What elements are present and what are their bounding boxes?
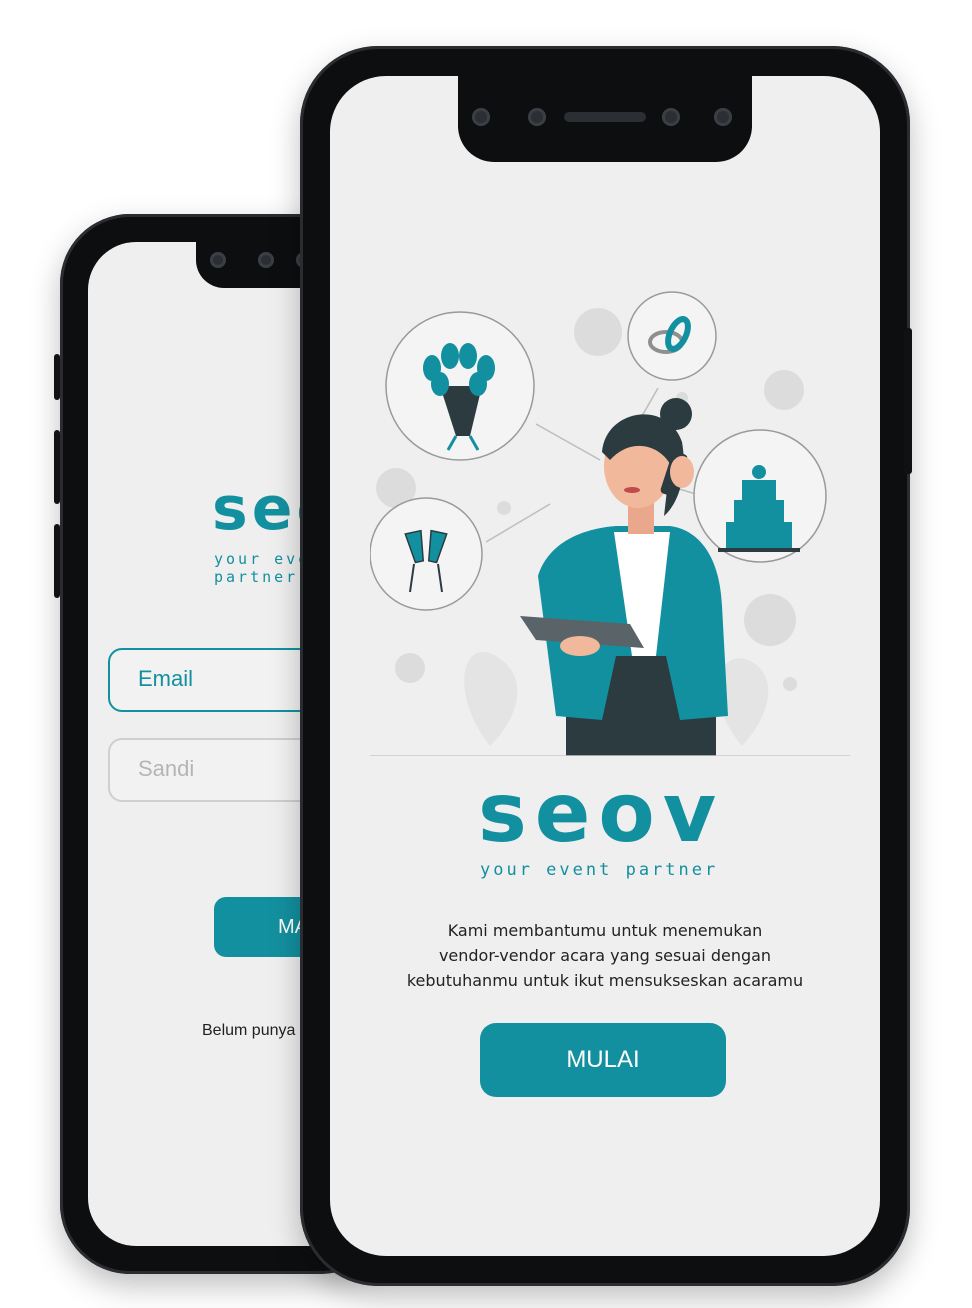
decor-circle bbox=[395, 653, 425, 683]
champagne-bubble bbox=[370, 497, 483, 611]
volume-up-button bbox=[54, 430, 60, 504]
start-button-label: MULAI bbox=[566, 1046, 640, 1073]
welcome-tagline: your event partner bbox=[480, 860, 719, 880]
description-line: kebutuhanmu untuk ikut mensukseskan acar… bbox=[406, 971, 804, 990]
decor-circle bbox=[744, 594, 796, 646]
sensor-icon bbox=[528, 108, 546, 126]
connector-line bbox=[485, 503, 551, 543]
connector-line bbox=[535, 423, 601, 461]
welcome-logo: seov bbox=[478, 766, 725, 861]
sensor-icon bbox=[258, 252, 274, 268]
phone-front-frame: seov your event partner Kami membantumu … bbox=[300, 46, 912, 1286]
decor-circle bbox=[783, 677, 797, 691]
front-camera-icon bbox=[210, 252, 226, 268]
woman-figure bbox=[520, 398, 728, 756]
front-camera-icon bbox=[472, 108, 490, 126]
power-button bbox=[904, 328, 912, 474]
password-placeholder: Sandi bbox=[138, 756, 195, 781]
connector-line bbox=[641, 387, 659, 417]
mute-switch bbox=[54, 354, 60, 400]
start-button[interactable]: MULAI bbox=[480, 1023, 726, 1097]
event-planner-illustration bbox=[370, 291, 850, 756]
description-line: Kami membantumu untuk menemukan bbox=[447, 921, 763, 940]
email-field-value: Email bbox=[138, 666, 194, 691]
sensor-icon bbox=[714, 108, 732, 126]
sensor-icon bbox=[662, 108, 680, 126]
volume-down-button bbox=[54, 524, 60, 598]
decor-circle bbox=[764, 370, 804, 410]
front-phone-notch bbox=[458, 76, 752, 162]
decor-circle bbox=[574, 308, 622, 356]
welcome-screen: seov your event partner Kami membantumu … bbox=[330, 76, 880, 1256]
description-line: vendor-vendor acara yang sesuai dengan bbox=[438, 946, 772, 965]
speaker-grille bbox=[564, 112, 646, 122]
leaf-shape bbox=[464, 652, 518, 746]
rings-bubble bbox=[627, 291, 717, 381]
decor-circle bbox=[497, 501, 511, 515]
